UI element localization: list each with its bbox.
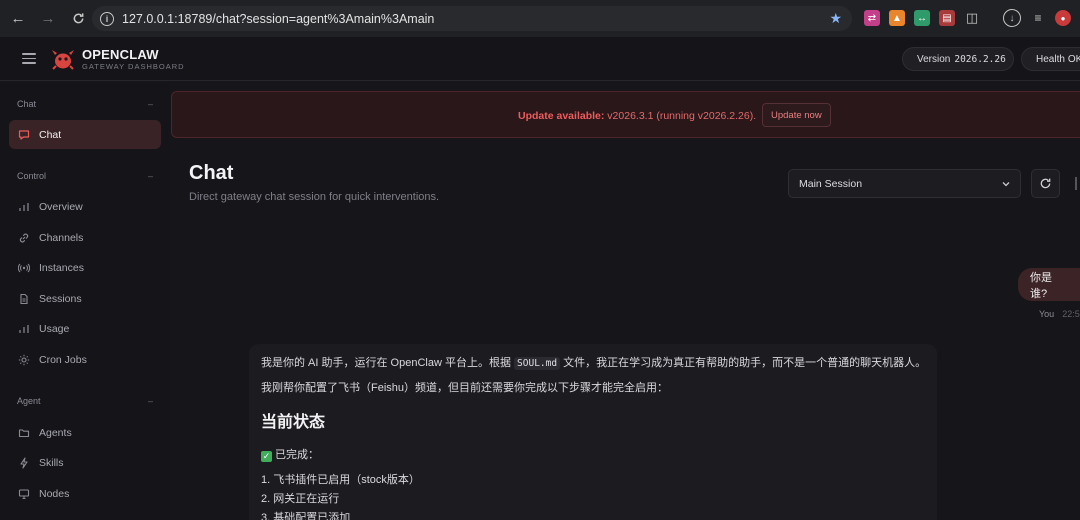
forward-arrow-icon[interactable]: → xyxy=(36,7,60,31)
sidebar-item-label: Overview xyxy=(39,200,83,213)
assistant-text: 文件，我正在学习成为真正有帮助的助手，而不是一个普通的聊天机器人。 xyxy=(563,357,927,369)
version-value: 2026.2.26 xyxy=(954,53,1006,65)
update-prefix: Update available: xyxy=(518,110,605,122)
document-icon xyxy=(18,293,30,305)
user-message-time: 22:5 xyxy=(1062,309,1080,319)
update-version: v2026.3.1 (running v2026.2.26). xyxy=(607,110,757,122)
sidebar-item-agents[interactable]: Agents xyxy=(9,418,161,447)
browser-toolbar: ← → i 127.0.0.1:18789/chat?session=agent… xyxy=(0,0,1080,37)
bar-chart-icon xyxy=(18,323,30,335)
bar-chart-icon xyxy=(18,201,30,213)
app-header: OPENCLAW GATEWAY DASHBOARD Version 2026.… xyxy=(0,37,1080,81)
collapse-agent-section[interactable]: – xyxy=(148,396,153,406)
site-info-icon[interactable]: i xyxy=(100,11,114,26)
sidebar-item-channels[interactable]: Channels xyxy=(9,223,161,252)
inline-code: SOUL.md xyxy=(514,357,561,370)
sidebar-item-label: Usage xyxy=(39,322,70,335)
assistant-heading: 当前状态 xyxy=(261,414,326,431)
assistant-line-1: 我是你的 AI 助手，运行在 OpenClaw 平台上。根据 SOUL.md 文… xyxy=(261,354,926,370)
assistant-list-item: 2. 网关正在运行 xyxy=(261,493,340,505)
sidebar-item-instances[interactable]: Instances xyxy=(9,253,161,282)
sun-icon xyxy=(18,354,30,366)
puzzle-extension-icon[interactable]: ◫ xyxy=(964,10,980,26)
sidebar-item-label: Skills xyxy=(39,456,64,469)
user-message-bubble: 你是谁? xyxy=(1018,268,1080,301)
back-arrow-icon[interactable]: ← xyxy=(6,7,30,31)
link-icon xyxy=(18,232,30,244)
sidebar-item-usage[interactable]: Usage xyxy=(9,314,161,343)
assistant-message-card: 我是你的 AI 助手，运行在 OpenClaw 平台上。根据 SOUL.md 文… xyxy=(249,344,937,520)
broadcast-icon xyxy=(18,262,30,274)
assistant-text: 已完成： xyxy=(275,449,319,461)
collapse-control-section[interactable]: – xyxy=(148,171,153,181)
sidebar-item-overview[interactable]: Overview xyxy=(9,192,161,221)
sidebar-section-chat: Chat xyxy=(17,99,37,109)
update-banner: Update available: v2026.3.1 (running v20… xyxy=(171,91,1080,138)
session-select[interactable]: Main Session xyxy=(788,169,1021,198)
assistant-done-label: ✓ 已完成： xyxy=(261,446,319,462)
menu-toggle-icon[interactable] xyxy=(22,53,36,64)
sidebar-item-label: Sessions xyxy=(39,292,82,305)
sidebar-item-cron-jobs[interactable]: Cron Jobs xyxy=(9,345,161,374)
user-message-meta: You 22:5 xyxy=(1039,309,1080,319)
profile-avatar-icon[interactable]: ● xyxy=(1055,10,1071,26)
update-message: Update available: v2026.3.1 (running v20… xyxy=(518,110,756,122)
sidebar-item-label: Cron Jobs xyxy=(39,353,87,366)
check-mark-icon: ✓ xyxy=(261,451,272,462)
sidebar-section-control: Control xyxy=(17,171,47,181)
bookmark-star-icon[interactable]: ★ xyxy=(829,10,842,27)
assistant-list-item: 1. 飞书插件已启用（stock版本） xyxy=(261,474,420,486)
collapse-chat-section[interactable]: – xyxy=(148,99,153,109)
session-selected-value: Main Session xyxy=(799,177,863,190)
refresh-button[interactable] xyxy=(1031,169,1060,198)
sidebar: Chat – Chat Control – Overview Channels … xyxy=(0,82,170,520)
sidebar-item-label: Instances xyxy=(39,261,84,274)
sidebar-item-skills[interactable]: Skills xyxy=(9,448,161,477)
refresh-icon xyxy=(1040,178,1051,189)
url-text: 127.0.0.1:18789/chat?session=agent%3Amai… xyxy=(122,11,435,26)
user-sender: You xyxy=(1039,309,1055,319)
sidebar-section-agent: Agent xyxy=(17,396,41,406)
update-now-button[interactable]: Update now xyxy=(762,103,831,127)
assistant-text: 我是你的 AI 助手，运行在 OpenClaw 平台上。根据 xyxy=(261,357,511,369)
toolbar-divider xyxy=(1075,177,1077,190)
brand-title: OPENCLAW xyxy=(82,47,159,62)
version-label: Version xyxy=(917,53,951,65)
sidebar-item-label: Agents xyxy=(39,426,72,439)
address-bar[interactable]: i 127.0.0.1:18789/chat?session=agent%3Am… xyxy=(92,6,852,31)
fox-extension-icon[interactable]: ▲ xyxy=(889,10,905,26)
reload-icon[interactable] xyxy=(66,7,90,31)
extensions-bar: ⇄ ▲ ↔ ▤ ◫ ↓ ≡ ● xyxy=(864,9,1071,27)
sidebar-item-label: Chat xyxy=(39,128,62,141)
sidebar-item-label: Channels xyxy=(39,231,84,244)
sidebar-item-label: Nodes xyxy=(39,487,70,500)
bolt-icon xyxy=(18,456,30,469)
folder-icon xyxy=(18,427,30,439)
sidebar-item-chat[interactable]: Chat xyxy=(9,120,161,149)
assistant-line-2: 我刚帮你配置了飞书（Feishu）频道，但目前还需要你完成以下步骤才能完全启用： xyxy=(261,382,669,394)
chevron-down-icon xyxy=(1002,182,1010,187)
monitor-icon xyxy=(18,488,30,500)
sidebar-item-nodes[interactable]: Nodes xyxy=(9,479,161,508)
download-icon[interactable]: ↓ xyxy=(1003,9,1021,27)
page-title: Chat xyxy=(189,162,234,184)
brand-subtitle: GATEWAY DASHBOARD xyxy=(82,62,185,71)
page-subtitle: Direct gateway chat session for quick in… xyxy=(189,191,440,203)
version-badge: Version 2026.2.26 xyxy=(902,47,1014,71)
reading-list-icon[interactable]: ≡ xyxy=(1030,10,1046,26)
assistant-list-item: 3. 基础配置已添加 xyxy=(261,512,351,520)
chat-bubble-icon xyxy=(18,129,30,141)
health-label: Health xyxy=(1036,53,1065,65)
openclaw-logo-icon xyxy=(52,50,74,70)
health-badge: Health OK xyxy=(1021,47,1080,71)
resize-extension-icon[interactable]: ↔ xyxy=(914,10,930,26)
translate-extension-icon[interactable]: ⇄ xyxy=(864,10,880,26)
code-extension-icon[interactable]: ▤ xyxy=(939,10,955,26)
sidebar-item-sessions[interactable]: Sessions xyxy=(9,284,161,313)
health-value: OK xyxy=(1067,53,1080,65)
